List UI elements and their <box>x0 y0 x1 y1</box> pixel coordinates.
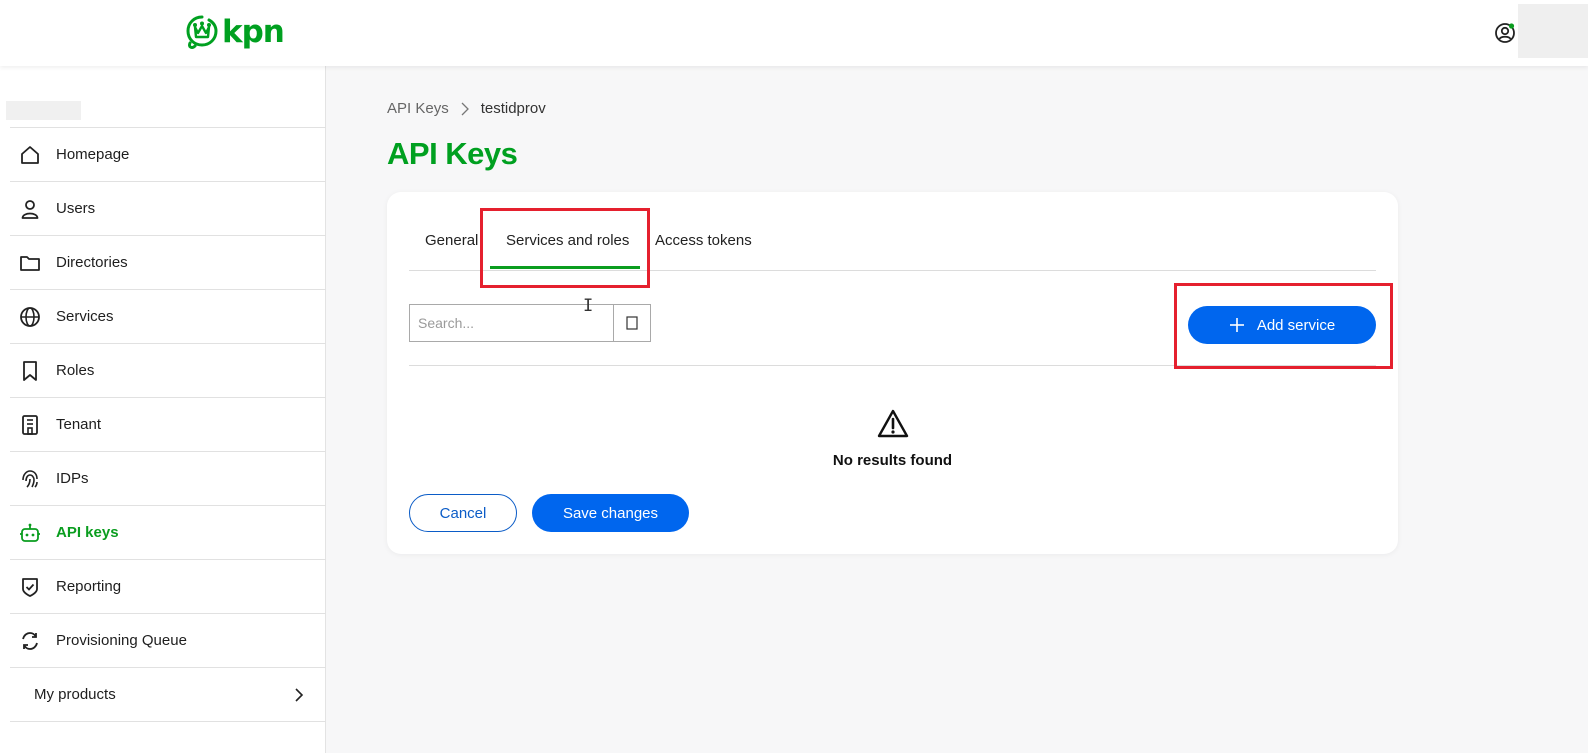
tab-bar: General Services and roles Access tokens <box>409 230 1376 271</box>
sidebar-item-provisioning-queue[interactable]: Provisioning Queue <box>10 614 326 668</box>
sidebar-item-directories[interactable]: Directories <box>10 236 326 290</box>
sidebar-item-label: Users <box>56 200 96 217</box>
refresh-icon <box>19 630 41 652</box>
bookmark-icon <box>19 360 41 382</box>
fingerprint-icon <box>19 468 41 490</box>
tab-access-tokens[interactable]: Access tokens <box>655 232 752 270</box>
sidebar-item-label: Directories <box>56 254 128 271</box>
folder-icon <box>19 252 41 274</box>
cancel-button[interactable]: Cancel <box>409 494 517 532</box>
building-icon <box>19 414 41 436</box>
sidebar-placeholder <box>6 101 81 120</box>
breadcrumb-parent-link[interactable]: API Keys <box>387 100 449 117</box>
sidebar-item-api-keys[interactable]: API keys <box>10 506 326 560</box>
plus-icon <box>1229 318 1244 332</box>
api-key-card: General Services and roles Access tokens… <box>387 192 1398 554</box>
sidebar: Homepage Users Directories Services Role… <box>0 66 326 753</box>
logo-text: kpn <box>222 14 285 50</box>
home-icon <box>19 144 41 166</box>
header-placeholder <box>1518 4 1588 58</box>
breadcrumb-current: testidprov <box>480 100 546 117</box>
tab-general[interactable]: General <box>425 232 478 270</box>
sidebar-nav: Homepage Users Directories Services Role… <box>10 127 326 722</box>
top-bar: kpn <box>0 0 1588 66</box>
chevron-right-icon <box>295 687 304 702</box>
sidebar-item-label: Provisioning Queue <box>56 632 187 649</box>
chevron-right-icon <box>461 102 471 116</box>
sidebar-item-label: Services <box>56 308 114 325</box>
kpn-crown-icon <box>186 15 218 49</box>
sidebar-item-services[interactable]: Services <box>10 290 326 344</box>
sidebar-item-homepage[interactable]: Homepage <box>10 128 326 182</box>
search-box <box>409 304 651 342</box>
search-button[interactable] <box>613 305 650 341</box>
sidebar-item-users[interactable]: Users <box>10 182 326 236</box>
active-tab-indicator <box>490 266 640 269</box>
save-changes-button[interactable]: Save changes <box>532 494 689 532</box>
shield-check-icon <box>19 576 41 598</box>
robot-icon <box>19 522 41 544</box>
sidebar-item-label: My products <box>34 686 116 703</box>
breadcrumb: API Keys testidprov <box>387 100 546 117</box>
divider <box>409 365 1376 366</box>
user-icon <box>19 198 41 220</box>
sidebar-item-label: API keys <box>56 524 119 541</box>
sidebar-item-my-products[interactable]: My products <box>10 668 326 722</box>
warning-icon <box>877 409 909 438</box>
sidebar-item-label: Tenant <box>56 416 102 433</box>
sidebar-item-label: Homepage <box>56 146 130 163</box>
text-cursor-icon: I <box>583 296 594 316</box>
sidebar-item-roles[interactable]: Roles <box>10 344 326 398</box>
add-service-button[interactable]: Add service <box>1188 306 1376 344</box>
add-service-label: Add service <box>1256 316 1336 334</box>
user-circle-icon[interactable] <box>1494 22 1516 44</box>
sidebar-item-label: Reporting <box>56 578 122 595</box>
sidebar-item-label: IDPs <box>56 470 89 487</box>
tab-services-and-roles[interactable]: Services and roles <box>506 232 629 270</box>
sidebar-item-label: Roles <box>56 362 95 379</box>
globe-icon <box>19 306 41 328</box>
search-button-icon <box>626 316 638 330</box>
page-title: API Keys <box>387 136 518 171</box>
empty-state-text: No results found <box>832 452 953 469</box>
sidebar-item-idps[interactable]: IDPs <box>10 452 326 506</box>
sidebar-item-tenant[interactable]: Tenant <box>10 398 326 452</box>
sidebar-item-reporting[interactable]: Reporting <box>10 560 326 614</box>
kpn-logo[interactable]: kpn <box>184 12 285 52</box>
